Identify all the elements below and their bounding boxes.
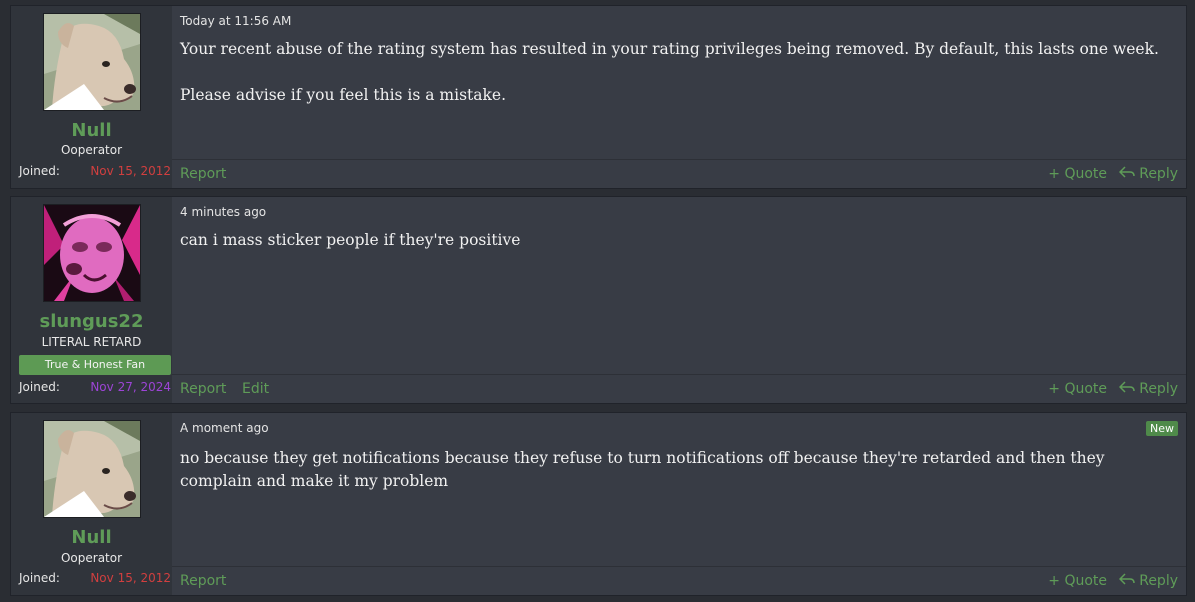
quote-button[interactable]: + Quote bbox=[1048, 381, 1107, 397]
post: slungus22 LITERAL RETARD True & Honest F… bbox=[10, 196, 1187, 404]
username[interactable]: Null bbox=[11, 120, 172, 141]
post-body: 4 minutes ago can i mass sticker people … bbox=[172, 197, 1186, 403]
user-banner: True & Honest Fan bbox=[19, 355, 171, 375]
dog-avatar-image bbox=[44, 421, 140, 517]
user-info: Null Ooperator Joined: Nov 15, 2012 bbox=[11, 6, 172, 188]
reply-arrow-icon bbox=[1118, 381, 1135, 397]
edit-button[interactable]: Edit bbox=[242, 381, 269, 397]
report-button[interactable]: Report bbox=[180, 381, 226, 397]
avatar[interactable] bbox=[43, 204, 141, 302]
joined-label: Joined: bbox=[19, 571, 60, 585]
joined-row: Joined: Nov 27, 2024 bbox=[19, 380, 171, 394]
username[interactable]: slungus22 bbox=[11, 311, 172, 332]
reply-label: Reply bbox=[1139, 573, 1178, 589]
quote-label: Quote bbox=[1064, 381, 1107, 397]
username[interactable]: Null bbox=[11, 527, 172, 548]
joined-label: Joined: bbox=[19, 164, 60, 178]
post-message: Your recent abuse of the rating system h… bbox=[180, 38, 1166, 107]
user-info: slungus22 LITERAL RETARD True & Honest F… bbox=[11, 197, 172, 403]
message-paragraph: can i mass sticker people if they're pos… bbox=[180, 231, 521, 249]
plus-icon: + bbox=[1048, 381, 1060, 397]
user-title: Ooperator bbox=[60, 551, 123, 565]
reply-arrow-icon bbox=[1118, 573, 1135, 589]
joined-date: Nov 15, 2012 bbox=[90, 164, 171, 178]
quote-button[interactable]: + Quote bbox=[1048, 166, 1107, 182]
post: Null Ooperator Joined: Nov 15, 2012 Toda… bbox=[10, 5, 1187, 189]
user-info: Null Ooperator Joined: Nov 15, 2012 bbox=[11, 413, 172, 595]
joined-label: Joined: bbox=[19, 380, 60, 394]
reply-label: Reply bbox=[1139, 381, 1178, 397]
post-actions: Report + Quote Reply bbox=[172, 159, 1186, 188]
dog-avatar-image bbox=[44, 14, 140, 110]
plus-icon: + bbox=[1048, 166, 1060, 182]
report-button[interactable]: Report bbox=[180, 166, 226, 182]
avatar[interactable] bbox=[43, 13, 141, 111]
reply-button[interactable]: Reply bbox=[1118, 573, 1178, 589]
quote-label: Quote bbox=[1064, 573, 1107, 589]
reply-button[interactable]: Reply bbox=[1118, 166, 1178, 182]
post-message: no because they get notifications becaus… bbox=[180, 447, 1166, 493]
joined-row: Joined: Nov 15, 2012 bbox=[19, 164, 171, 178]
message-paragraph: Please advise if you feel this is a mist… bbox=[180, 86, 506, 104]
post-timestamp[interactable]: Today at 11:56 AM bbox=[180, 14, 291, 28]
report-button[interactable]: Report bbox=[180, 573, 226, 589]
message-paragraph: no because they get notifications becaus… bbox=[180, 449, 1105, 490]
joined-date: Nov 15, 2012 bbox=[90, 571, 171, 585]
user-title: LITERAL RETARD bbox=[41, 335, 142, 349]
quote-label: Quote bbox=[1064, 166, 1107, 182]
avatar[interactable] bbox=[43, 420, 141, 518]
post-body: Today at 11:56 AM Your recent abuse of t… bbox=[172, 6, 1186, 188]
reply-label: Reply bbox=[1139, 166, 1178, 182]
message-paragraph: Your recent abuse of the rating system h… bbox=[180, 40, 1159, 58]
post: Null Ooperator Joined: Nov 15, 2012 A mo… bbox=[10, 412, 1187, 596]
post-body: A moment ago New no because they get not… bbox=[172, 413, 1186, 595]
user-title: Ooperator bbox=[60, 143, 123, 157]
joined-row: Joined: Nov 15, 2012 bbox=[19, 571, 171, 585]
post-timestamp[interactable]: A moment ago bbox=[180, 421, 269, 435]
post-actions: Report + Quote Reply bbox=[172, 566, 1186, 595]
pink-face-avatar-image bbox=[44, 205, 140, 301]
reply-arrow-icon bbox=[1118, 166, 1135, 182]
reply-button[interactable]: Reply bbox=[1118, 381, 1178, 397]
post-actions: Report Edit + Quote Reply bbox=[172, 374, 1186, 403]
post-message: can i mass sticker people if they're pos… bbox=[180, 229, 1166, 252]
quote-button[interactable]: + Quote bbox=[1048, 573, 1107, 589]
post-timestamp[interactable]: 4 minutes ago bbox=[180, 205, 266, 219]
new-badge: New bbox=[1146, 421, 1178, 436]
joined-date: Nov 27, 2024 bbox=[90, 380, 171, 394]
plus-icon: + bbox=[1048, 573, 1060, 589]
